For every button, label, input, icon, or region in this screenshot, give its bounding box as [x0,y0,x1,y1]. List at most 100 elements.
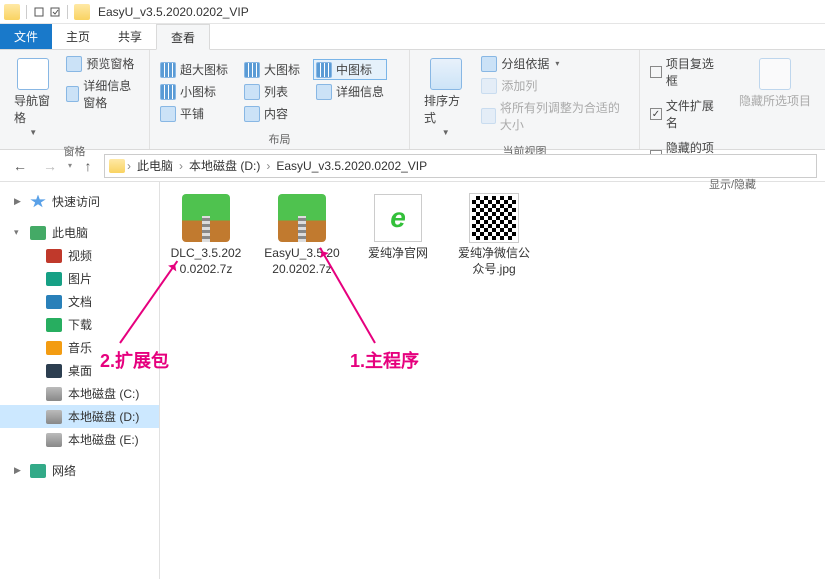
content-view[interactable]: 内容 [242,104,302,123]
details-view[interactable]: 详细信息 [314,82,386,101]
home-tab[interactable]: 主页 [52,24,104,49]
documents-icon [46,295,62,309]
qa-label: 快速访问 [52,193,100,210]
size-cols-label: 将所有列调整为合适的大小 [500,99,629,133]
hide-selected-button[interactable]: 隐藏所选项目 [733,54,817,113]
sort-label: 排序方式 [424,92,467,126]
view-tab[interactable]: 查看 [156,24,210,50]
file-item-0[interactable]: DLC_3.5.2020.0202.7z [168,194,244,277]
sidebar-music[interactable]: 音乐 [0,336,159,359]
add-cols-label: 添加列 [501,77,537,94]
hide-sel-label: 隐藏所选项目 [739,92,811,109]
content-label: 内容 [264,105,288,122]
pc-label: 此电脑 [52,224,88,241]
sidebar-disk-e[interactable]: 本地磁盘 (E:) [0,428,159,451]
bc-this-pc[interactable]: 此电脑 [133,157,177,174]
sidebar-quick-access[interactable]: ▶快速访问 [0,190,159,213]
pictures-icon [46,272,62,286]
back-button[interactable]: ← [8,154,32,178]
bc-folder[interactable]: EasyU_v3.5.2020.0202_VIP [272,159,431,173]
address-bar-row: ← → ▾ ↑ › 此电脑 › 本地磁盘 (D:) › EasyU_v3.5.2… [0,150,825,182]
details-pane-icon [66,86,79,102]
app-folder-icon [4,4,20,20]
preview-pane-button[interactable]: 预览窗格 [64,54,141,73]
qat-icon-2[interactable] [49,6,61,18]
archive-icon [182,194,230,242]
disk-d-label: 本地磁盘 (D:) [68,408,139,425]
file-item-1[interactable]: EasyU_3.5.2020.0202.7z [264,194,340,277]
annotation-1: 1.主程序 [350,347,419,373]
extra-large-icons[interactable]: 超大图标 [158,60,230,79]
file-tab[interactable]: 文件 [0,24,52,49]
tiles-label: 平铺 [180,105,204,122]
item-checkboxes[interactable]: 项目复选框 [648,54,727,90]
item-chk-label: 项目复选框 [666,55,725,89]
xl-icon [160,62,176,78]
breadcrumb[interactable]: › 此电脑 › 本地磁盘 (D:) › EasyU_v3.5.2020.0202… [104,154,817,178]
disk-c-label: 本地磁盘 (C:) [68,385,139,402]
sidebar-pictures[interactable]: 图片 [0,267,159,290]
downloads-icon [46,318,62,332]
chevron-down-icon: ▼ [442,128,450,137]
nav-pane-button[interactable]: 导航窗格 ▼ [8,54,58,141]
file-ext-label: 文件扩展名 [666,97,725,131]
tiles-view[interactable]: 平铺 [158,104,230,123]
preview-pane-label: 预览窗格 [86,55,134,72]
hide-icon [759,58,791,90]
large-icons[interactable]: 大图标 [242,60,302,79]
sm-icon [160,84,176,100]
file-list: DLC_3.5.2020.0202.7z EasyU_3.5.2020.0202… [168,194,817,277]
net-label: 网络 [52,462,76,479]
small-icons[interactable]: 小图标 [158,82,230,101]
sort-icon [430,58,462,90]
add-columns-button: 添加列 [479,76,631,95]
nav-pane-icon [17,58,49,90]
show-hide-group: 项目复选框 ✓文件扩展名 隐藏的项目 隐藏所选项目 显示/隐藏 [640,50,825,149]
sidebar-this-pc[interactable]: ▾此电脑 [0,221,159,244]
sidebar-desktop[interactable]: 桌面 [0,359,159,382]
ribbon: 导航窗格 ▼ 预览窗格 详细信息窗格 窗格 超大图标 大图标 中图标 小图标 列… [0,50,825,150]
details-label: 详细信息 [336,83,384,100]
forward-button: → [38,154,62,178]
preview-pane-icon [66,56,82,72]
disk-icon [46,387,62,401]
title-folder-icon [74,4,90,20]
sidebar-video[interactable]: 视频 [0,244,159,267]
bc-drive[interactable]: 本地磁盘 (D:) [185,157,264,174]
file-label: EasyU_3.5.2020.0202.7z [264,246,340,277]
qr-image-icon [470,194,518,242]
sidebar-documents[interactable]: 文档 [0,290,159,313]
file-extensions[interactable]: ✓ 文件扩展名 [648,96,727,132]
nav-sidebar: ▶快速访问 ▾此电脑 视频 图片 文档 下载 音乐 桌面 本地磁盘 (C:) 本… [0,182,160,579]
archive-icon [278,194,326,242]
checkbox-checked-icon: ✓ [650,108,662,120]
bc-sep: › [266,159,270,173]
list-label: 列表 [264,83,288,100]
list-icon [244,84,260,100]
history-dropdown-icon[interactable]: ▾ [68,161,72,170]
network-icon [30,464,46,478]
group-by-button[interactable]: 分组依据▾ [479,54,631,73]
file-label: 爱纯净微信公众号.jpg [456,246,532,277]
sidebar-downloads[interactable]: 下载 [0,313,159,336]
medium-icons[interactable]: 中图标 [314,60,386,79]
nav-pane-label: 导航窗格 [14,92,52,126]
panes-group: 导航窗格 ▼ 预览窗格 详细信息窗格 窗格 [0,50,150,149]
sidebar-network[interactable]: ▶网络 [0,459,159,482]
file-item-2[interactable]: 爱纯净官网 [360,194,436,277]
content-area[interactable]: DLC_3.5.2020.0202.7z EasyU_3.5.2020.0202… [160,182,825,579]
content-icon [244,106,260,122]
lg-icon [244,62,260,78]
list-view[interactable]: 列表 [242,82,302,101]
sidebar-disk-c[interactable]: 本地磁盘 (C:) [0,382,159,405]
xl-label: 超大图标 [180,61,228,78]
sidebar-disk-d[interactable]: 本地磁盘 (D:) [0,405,159,428]
up-button[interactable]: ↑ [78,156,98,176]
breadcrumb-folder-icon [109,159,125,173]
file-item-3[interactable]: 爱纯净微信公众号.jpg [456,194,532,277]
details-pane-button[interactable]: 详细信息窗格 [64,76,141,112]
sort-by-button[interactable]: 排序方式 ▼ [418,54,473,141]
layout-group-label: 布局 [158,129,401,147]
share-tab[interactable]: 共享 [104,24,156,49]
qat-icon-1[interactable] [33,6,45,18]
